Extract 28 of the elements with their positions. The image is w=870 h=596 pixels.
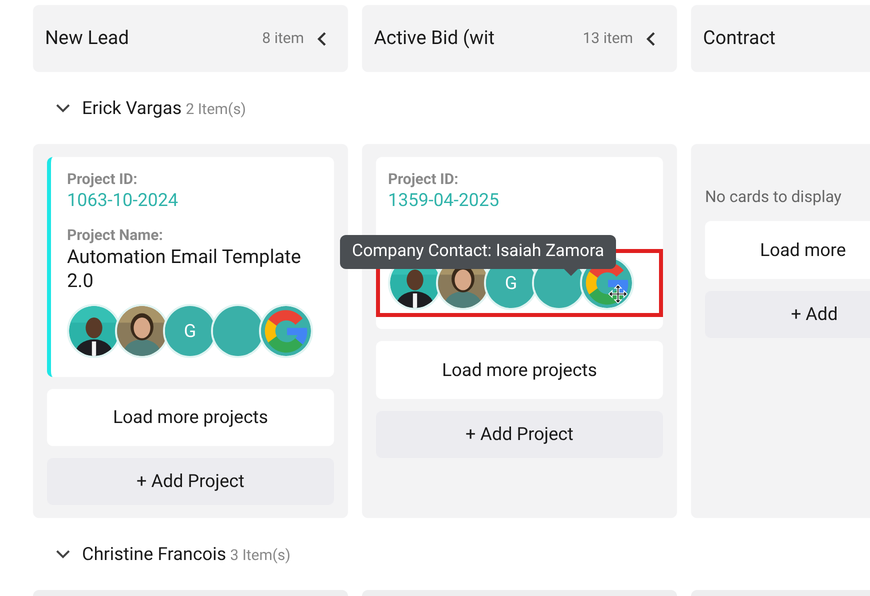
field-label: Project ID: <box>67 169 138 189</box>
chevron-down-icon[interactable] <box>56 549 70 559</box>
column-title: Contract <box>703 25 776 52</box>
load-more-button[interactable]: Load more projects <box>47 389 334 446</box>
column-title: Active Bid (wit <box>374 25 495 52</box>
google-logo-icon[interactable] <box>261 306 311 356</box>
chevron-down-icon[interactable] <box>56 103 70 113</box>
google-logo-icon[interactable] <box>582 258 632 308</box>
field-label: Project ID: <box>388 169 460 189</box>
tooltip: Company Contact: Isaiah Zamora <box>340 235 616 268</box>
empty-message: No cards to display <box>705 186 842 208</box>
group-count: 3 Item(s) <box>230 544 291 566</box>
project-name: Automation Email Template 2.0 <box>67 245 302 293</box>
add-project-button[interactable]: + Add Project <box>376 411 663 458</box>
add-project-button[interactable]: + Add <box>705 291 870 338</box>
load-more-button[interactable]: Load more <box>705 221 870 279</box>
group-count: 2 Item(s) <box>186 98 246 120</box>
load-more-button[interactable]: Load more projects <box>376 341 663 399</box>
group-name: Erick Vargas <box>82 96 182 120</box>
column-title: New Lead <box>45 25 129 52</box>
add-project-button[interactable]: + Add Project <box>47 458 334 505</box>
group-name: Christine Francois <box>82 542 226 566</box>
chevron-left-icon[interactable] <box>645 30 657 46</box>
chevron-left-icon[interactable] <box>316 30 328 46</box>
item-count: 8 item <box>262 28 304 50</box>
item-count: 13 item <box>582 28 633 50</box>
project-card[interactable]: Project ID: 1063-10-2024 Project Name: Automation Email Template 2.0 G <box>47 157 334 377</box>
field-label: Project Name: <box>67 225 164 245</box>
